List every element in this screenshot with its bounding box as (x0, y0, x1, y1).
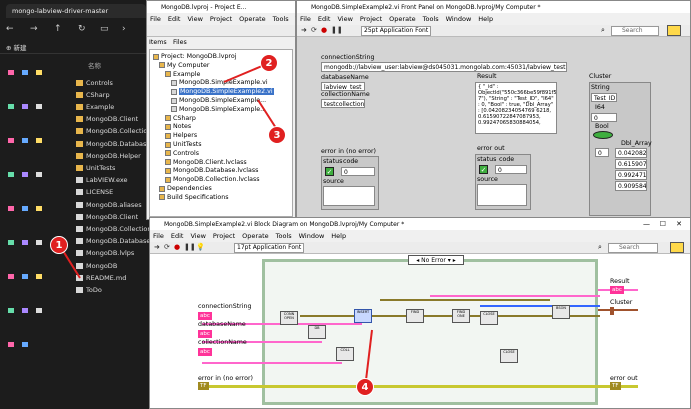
annotation-badge-1: 1 (50, 236, 68, 254)
badge-4-label: 4 (361, 381, 369, 393)
annotation-badge-3: 3 (268, 126, 286, 144)
arrow-3 (257, 99, 277, 129)
annotation-badge-2: 2 (260, 54, 278, 72)
annotation-arrows (59, 65, 373, 381)
arrow-4 (365, 329, 373, 381)
badge-1-label: 1 (55, 239, 63, 251)
arrow-2 (223, 65, 263, 83)
badge-2-label: 2 (265, 57, 273, 69)
annotation-badge-4: 4 (356, 378, 374, 396)
badge-3-label: 3 (273, 129, 281, 141)
